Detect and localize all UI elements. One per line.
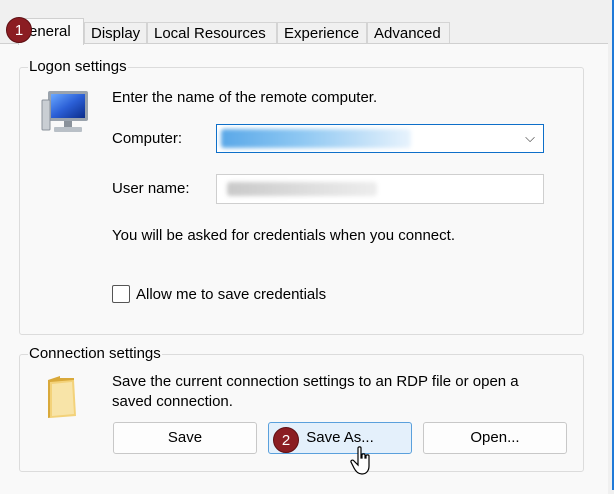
tab-display-label: Display: [91, 25, 141, 42]
username-value-redacted: [227, 182, 377, 196]
credentials-note: You will be asked for credentials when y…: [112, 227, 455, 244]
tab-local-resources-label: Local Resources: [154, 25, 266, 42]
tab-experience-label: Experience: [284, 25, 360, 42]
folder-icon: [48, 376, 76, 418]
tab-local-resources[interactable]: Local Resources: [147, 22, 277, 44]
computer-label: Computer:: [112, 130, 183, 147]
chevron-down-icon[interactable]: ⌵: [525, 130, 535, 146]
monitor-icon: [41, 91, 88, 132]
open-button[interactable]: Open...: [423, 422, 567, 454]
instruction-text: Enter the name of the remote computer.: [112, 89, 378, 106]
tab-display[interactable]: Display: [84, 22, 147, 44]
computer-combobox[interactable]: ⌵: [216, 124, 544, 153]
username-field[interactable]: [216, 174, 544, 204]
connection-settings-legend: Connection settings: [28, 345, 162, 363]
tab-advanced[interactable]: Advanced: [367, 22, 450, 44]
step-marker-2: 2: [273, 427, 299, 453]
save-button[interactable]: Save: [113, 422, 257, 454]
logon-settings-legend: Logon settings: [28, 58, 128, 76]
save-credentials-checkbox[interactable]: [112, 285, 130, 303]
username-label: User name:: [112, 180, 190, 197]
connection-description-line1: Save the current connection settings to …: [112, 373, 519, 390]
save-credentials-label[interactable]: Allow me to save credentials: [136, 285, 326, 305]
computer-value-redacted: [221, 129, 411, 148]
step-marker-1: 1: [6, 17, 32, 43]
tab-experience[interactable]: Experience: [277, 22, 367, 44]
tab-advanced-label: Advanced: [374, 25, 441, 42]
mouse-cursor-icon: [350, 446, 370, 475]
connection-description-line2: saved connection.: [112, 393, 233, 410]
tab-general-label: eneral: [29, 23, 71, 40]
